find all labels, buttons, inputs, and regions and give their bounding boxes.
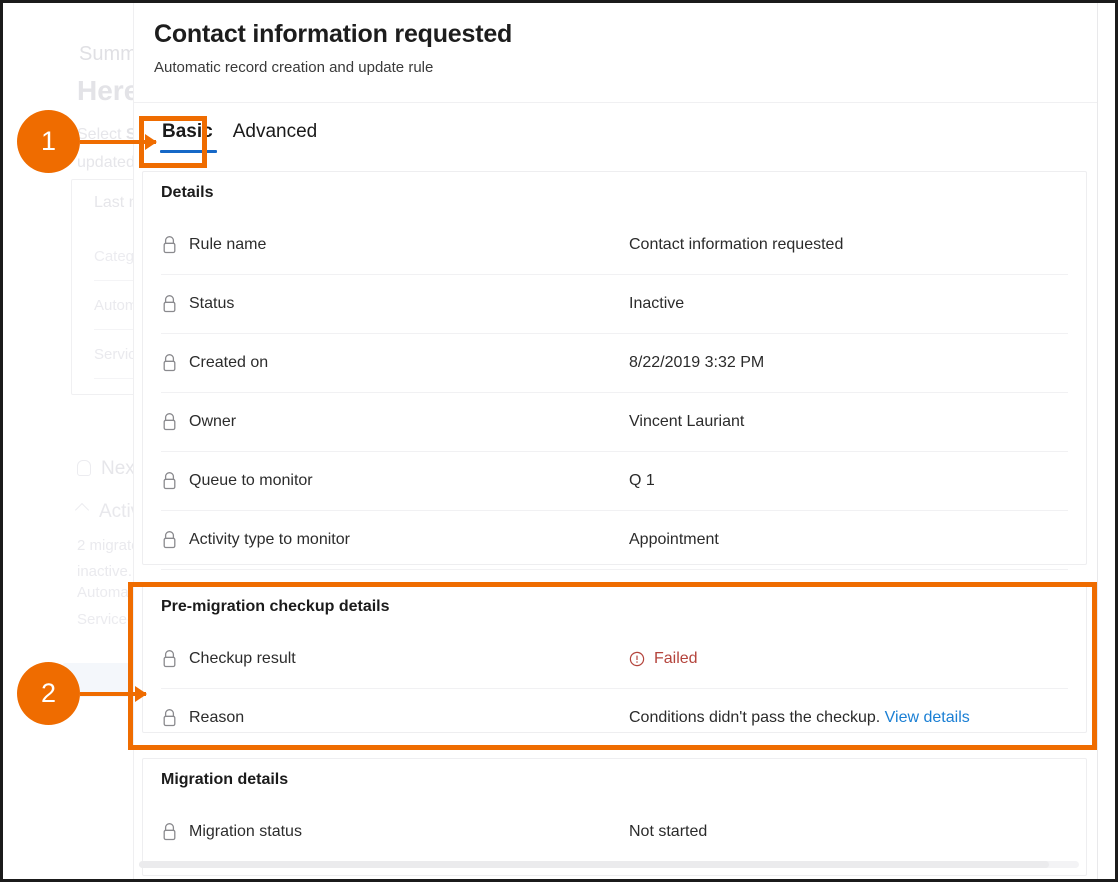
details-value-text: Contact information requested xyxy=(629,236,843,254)
lock-icon xyxy=(161,649,178,669)
checkup-result-text: Failed xyxy=(654,650,698,668)
tab-advanced[interactable]: Advanced xyxy=(225,119,326,153)
details-row-queue-to-monitor: Queue to monitor Q 1 xyxy=(161,452,1068,511)
details-label-text: Created on xyxy=(189,354,268,372)
callout-2-badge: 2 xyxy=(17,662,80,725)
page-subtitle: Automatic record creation and update rul… xyxy=(154,59,433,76)
lock-icon xyxy=(161,353,178,373)
migration-row-list: Migration status Not started xyxy=(161,803,1068,862)
checkup-row-reason: Reason Conditions didn't pass the checku… xyxy=(161,689,1068,748)
callout-1-arrow xyxy=(80,140,156,144)
checkup-label-text: Checkup result xyxy=(189,650,296,668)
details-row-owner: Owner Vincent Lauriant xyxy=(161,393,1068,452)
details-row-status: Status Inactive xyxy=(161,275,1068,334)
details-value-text: Vincent Lauriant xyxy=(629,413,744,431)
checkup-reason-cell: Conditions didn't pass the checkup. View… xyxy=(629,709,970,727)
details-label-text: Queue to monitor xyxy=(189,472,313,490)
details-label-cell: Created on xyxy=(161,353,629,373)
migration-label-text: Migration status xyxy=(189,823,302,841)
migration-card-title: Migration details xyxy=(161,771,288,789)
checkup-card-title: Pre-migration checkup details xyxy=(161,598,390,616)
scrollbar-thumb[interactable] xyxy=(139,861,1049,868)
lock-icon xyxy=(161,294,178,314)
page-title: Contact information requested xyxy=(154,20,512,49)
pre-migration-checkup-card: Pre-migration checkup details Checkup re… xyxy=(142,585,1087,733)
lock-icon xyxy=(161,822,178,842)
details-label-cell: Status xyxy=(161,294,629,314)
details-row-created-on: Created on 8/22/2019 3:32 PM xyxy=(161,334,1068,393)
checkup-row-result: Checkup result Failed xyxy=(161,630,1068,689)
screenshot-root: Summary Here's your migration status Sel… xyxy=(0,0,1118,882)
callout-2: 2 xyxy=(17,662,146,725)
lock-icon xyxy=(161,530,178,550)
migration-row-status: Migration status Not started xyxy=(161,803,1068,862)
details-card-title: Details xyxy=(161,184,213,202)
checkup-reason-text: Conditions didn't pass the checkup. xyxy=(629,709,880,726)
migration-label-cell: Migration status xyxy=(161,822,629,842)
details-row-activity-type-to-monitor: Activity type to monitor Appointment xyxy=(161,511,1068,570)
panel-header: Contact information requested Automatic … xyxy=(134,3,1097,103)
callout-1-badge: 1 xyxy=(17,110,80,173)
details-label-text: Owner xyxy=(189,413,236,431)
details-label-text: Rule name xyxy=(189,236,266,254)
lightbulb-icon xyxy=(77,460,91,476)
migration-status-text: Not started xyxy=(629,823,707,841)
details-card: Details Rule name Contact information re… xyxy=(142,171,1087,565)
lock-icon xyxy=(161,235,178,255)
lock-icon xyxy=(161,708,178,728)
details-label-text: Status xyxy=(189,295,234,313)
horizontal-scrollbar[interactable] xyxy=(139,861,1079,868)
details-label-cell: Rule name xyxy=(161,235,629,255)
rule-detail-panel: Contact information requested Automatic … xyxy=(133,3,1098,879)
lock-icon xyxy=(161,471,178,491)
details-value-text: Q 1 xyxy=(629,472,655,490)
tab-list: Basic Advanced xyxy=(154,119,325,153)
checkup-label-cell: Checkup result xyxy=(161,649,629,669)
details-row-list: Rule name Contact information requested … xyxy=(161,216,1068,570)
callout-2-arrow xyxy=(80,692,146,696)
checkup-row-list: Checkup result Failed Reason Conditions … xyxy=(161,630,1068,748)
status-badge: Failed xyxy=(629,650,698,668)
details-value-text: 8/22/2019 3:32 PM xyxy=(629,354,764,372)
checkup-label-text: Reason xyxy=(189,709,244,727)
lock-icon xyxy=(161,412,178,432)
migration-details-card: Migration details Migration status Not s… xyxy=(142,758,1087,876)
details-label-cell: Queue to monitor xyxy=(161,471,629,491)
details-label-text: Activity type to monitor xyxy=(189,531,350,549)
details-value-text: Appointment xyxy=(629,531,719,549)
view-details-link[interactable]: View details xyxy=(885,709,970,726)
details-label-cell: Owner xyxy=(161,412,629,432)
callout-1: 1 xyxy=(17,110,156,173)
details-row-rule-name: Rule name Contact information requested xyxy=(161,216,1068,275)
tab-basic[interactable]: Basic xyxy=(154,119,221,153)
error-circle-icon xyxy=(629,651,645,667)
details-label-cell: Activity type to monitor xyxy=(161,530,629,550)
chevron-up-icon xyxy=(75,503,89,517)
details-value-text: Inactive xyxy=(629,295,684,313)
checkup-label-cell: Reason xyxy=(161,708,629,728)
